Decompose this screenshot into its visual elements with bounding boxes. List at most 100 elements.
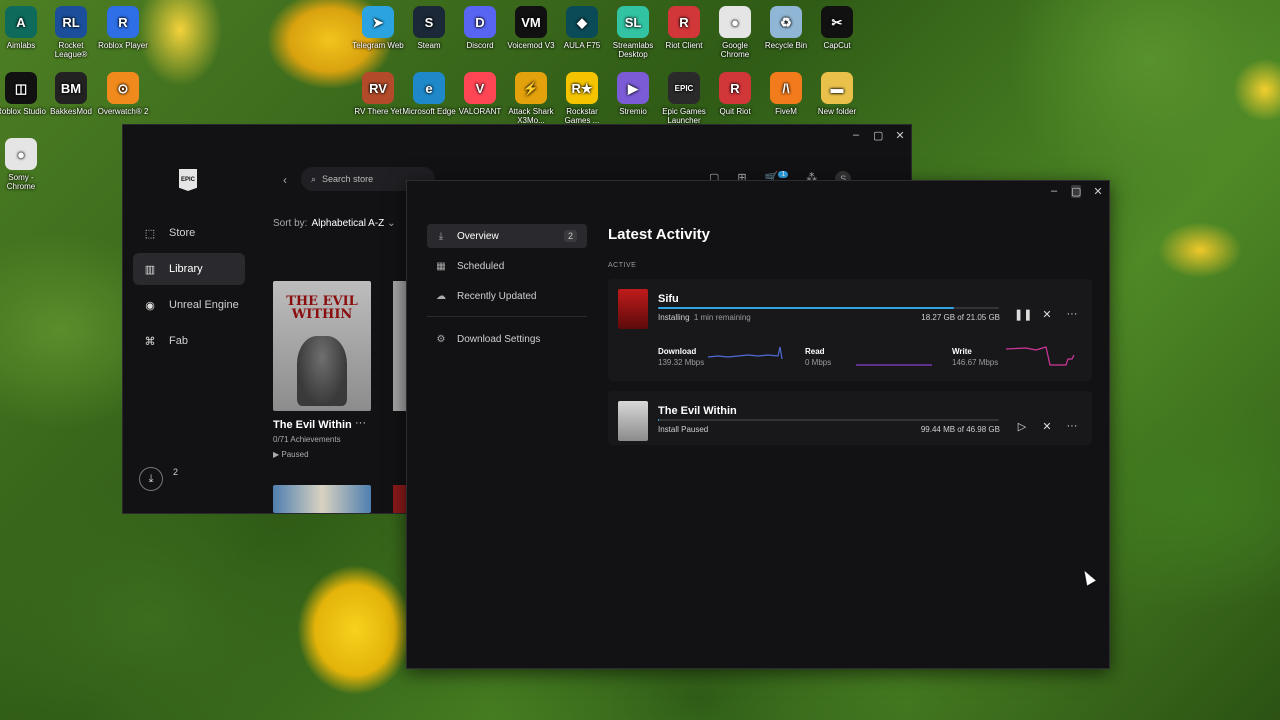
desktop-shortcut[interactable]: R★ Rockstar Games ... [555,72,609,125]
fivem-icon: /\ [770,72,802,104]
item-remaining: 1 min remaining [693,313,751,322]
valorant-icon: V [464,72,496,104]
nav-scheduled-label: Scheduled [457,260,505,272]
more-options-icon[interactable]: ··· [355,417,366,429]
desktop-shortcut[interactable]: V VALORANT [453,72,507,116]
folder-icon: ▬ [821,72,853,104]
desktop-shortcut-label: Epic Games Launcher [662,107,706,125]
attack-shark-icon: ⚡ [515,72,547,104]
game-tile-evil-within[interactable]: THE EVIL WITHIN [273,281,371,411]
maximize-icon[interactable]: ▢ [873,129,883,142]
desktop-shortcut[interactable]: SL Streamlabs Desktop [606,6,660,59]
desktop-shortcut[interactable]: R Riot Client [657,6,711,50]
download-icon: ⤓ [148,472,154,485]
desktop-shortcut-label: Roblox Player [98,41,148,50]
desktop-shortcut-label: Google Chrome [720,41,750,59]
back-arrow-icon[interactable]: ‹ [283,173,287,187]
progress-fill [658,419,659,421]
desktop-shortcut[interactable]: ▶ Stremio [606,72,660,116]
nav-store[interactable]: ⬚ Store [133,217,245,249]
nav-download-settings[interactable]: ⚙ Download Settings [427,327,587,351]
unreal-icon: ◉ [145,299,155,312]
progress-bar [658,307,999,309]
nav-unreal-engine[interactable]: ◉ Unreal Engine [133,289,245,321]
desktop-shortcut[interactable]: ♻ Recycle Bin [759,6,813,50]
desktop-shortcut-label: Microsoft Edge [402,107,456,116]
nav-recently-updated[interactable]: ☁ Recently Updated [427,284,587,308]
recycle-bin-icon: ♻ [770,6,802,38]
desktop-shortcut[interactable]: D Discord [453,6,507,50]
minimize-icon[interactable]: – [851,129,861,142]
desktop-shortcut[interactable]: e Microsoft Edge [402,72,456,116]
game-tile-next-partial[interactable] [393,485,407,513]
maximize-icon[interactable]: ▢ [1071,185,1081,198]
close-icon[interactable]: ✕ [1093,185,1103,198]
minimize-icon[interactable]: – [1049,185,1059,198]
desktop-shortcut[interactable]: ⚡ Attack Shark X3Mo... [504,72,558,125]
cancel-button[interactable]: ✕ [1039,308,1055,321]
downloads-button[interactable]: ⤓ [139,467,163,491]
desktop-shortcut[interactable]: R Quit Riot [708,72,762,116]
pause-icon: ❚❚ [1014,309,1033,321]
desktop-shortcut-label: Riot Client [665,41,703,50]
desktop-shortcut-label: Aimlabs [6,41,36,50]
nav-fab[interactable]: ⌘ Fab [133,325,245,357]
cover-title: THE EVIL WITHIN [286,294,358,322]
more-options-button[interactable]: ··· [1064,308,1080,320]
resume-button[interactable]: ▷ [1014,420,1030,433]
game-name[interactable]: The Evil Within [273,419,352,431]
desktop-shortcut[interactable]: ⊙ Overwatch® 2 [96,72,150,116]
desktop-shortcut-label: New folder [817,107,857,116]
nav-overview[interactable]: ⤓ Overview 2 [427,224,587,248]
bakkesmod-icon: BM [55,72,87,104]
desktop-shortcut[interactable]: BM BakkesMod [44,72,98,116]
desktop-shortcut[interactable]: ➤ Telegram Web [351,6,405,50]
sort-by[interactable]: Sort by: Alphabetical A-Z ⌄ [273,218,395,229]
progress-fill [658,307,954,309]
desktop-shortcut-label: Rockstar Games ... [564,107,600,125]
game-tile-partial[interactable] [393,281,407,411]
epic-logo[interactable]: EPIC [179,169,197,191]
desktop-shortcut[interactable]: /\ FiveM [759,72,813,116]
desktop-shortcut[interactable]: R Roblox Player [96,6,150,50]
stat-read: Read 0 Mbps [805,347,831,367]
more-options-button[interactable]: ··· [1064,420,1080,432]
cancel-button[interactable]: ✕ [1039,420,1055,433]
nav-library[interactable]: ▥ Library [133,253,245,285]
epic-games-icon: EPIC [668,72,700,104]
desktop-shortcut[interactable]: ◫ Roblox Studio [0,72,48,116]
nav-divider [427,316,587,317]
desktop-shortcut[interactable]: EPIC Epic Games Launcher [657,72,711,125]
desktop-shortcut[interactable]: A Aimlabs [0,6,48,50]
aula-icon: ◆ [566,6,598,38]
desktop-shortcut[interactable]: ◆ AULA F75 [555,6,609,50]
streamlabs-icon: SL [617,6,649,38]
game-status-label: Paused [281,450,309,459]
cover-art [297,336,347,406]
game-tile-next[interactable] [273,485,371,513]
close-icon[interactable]: ✕ [895,129,905,142]
desktop-shortcut[interactable]: ● Google Chrome [708,6,762,59]
stremio-icon: ▶ [617,72,649,104]
desktop-shortcut[interactable]: ● Somy - Chrome [0,138,48,191]
desktop-shortcut[interactable]: S Steam [402,6,456,50]
desktop-shortcut[interactable]: ✂ CapCut [810,6,864,50]
desktop-shortcut-label: RV There Yet [354,107,402,116]
desktop-shortcut[interactable]: ▬ New folder [810,72,864,116]
chrome-icon: ● [719,6,751,38]
desktop-shortcut[interactable]: RV RV There Yet [351,72,405,116]
nav-store-label: Store [169,227,196,239]
desktop-shortcut[interactable]: VM Voicemod V3 [504,6,558,50]
desktop-shortcut-label: Stremio [619,107,647,116]
nav-scheduled[interactable]: ▦ Scheduled [427,254,587,278]
download-icon: ⤓ [438,230,444,242]
desktop-shortcut[interactable]: RL Rocket League® [44,6,98,59]
nav-fab-label: Fab [169,335,188,347]
search-placeholder: Search store [322,174,374,184]
pause-button[interactable]: ❚❚ [1014,308,1033,321]
desktop-shortcut-label: FiveM [775,107,797,116]
chevron-down-icon: ⌄ [387,218,396,229]
overview-badge: 2 [563,230,577,242]
stat-download-value: 139.32 Mbps [658,358,705,367]
downloads-count: 2 [173,467,179,477]
